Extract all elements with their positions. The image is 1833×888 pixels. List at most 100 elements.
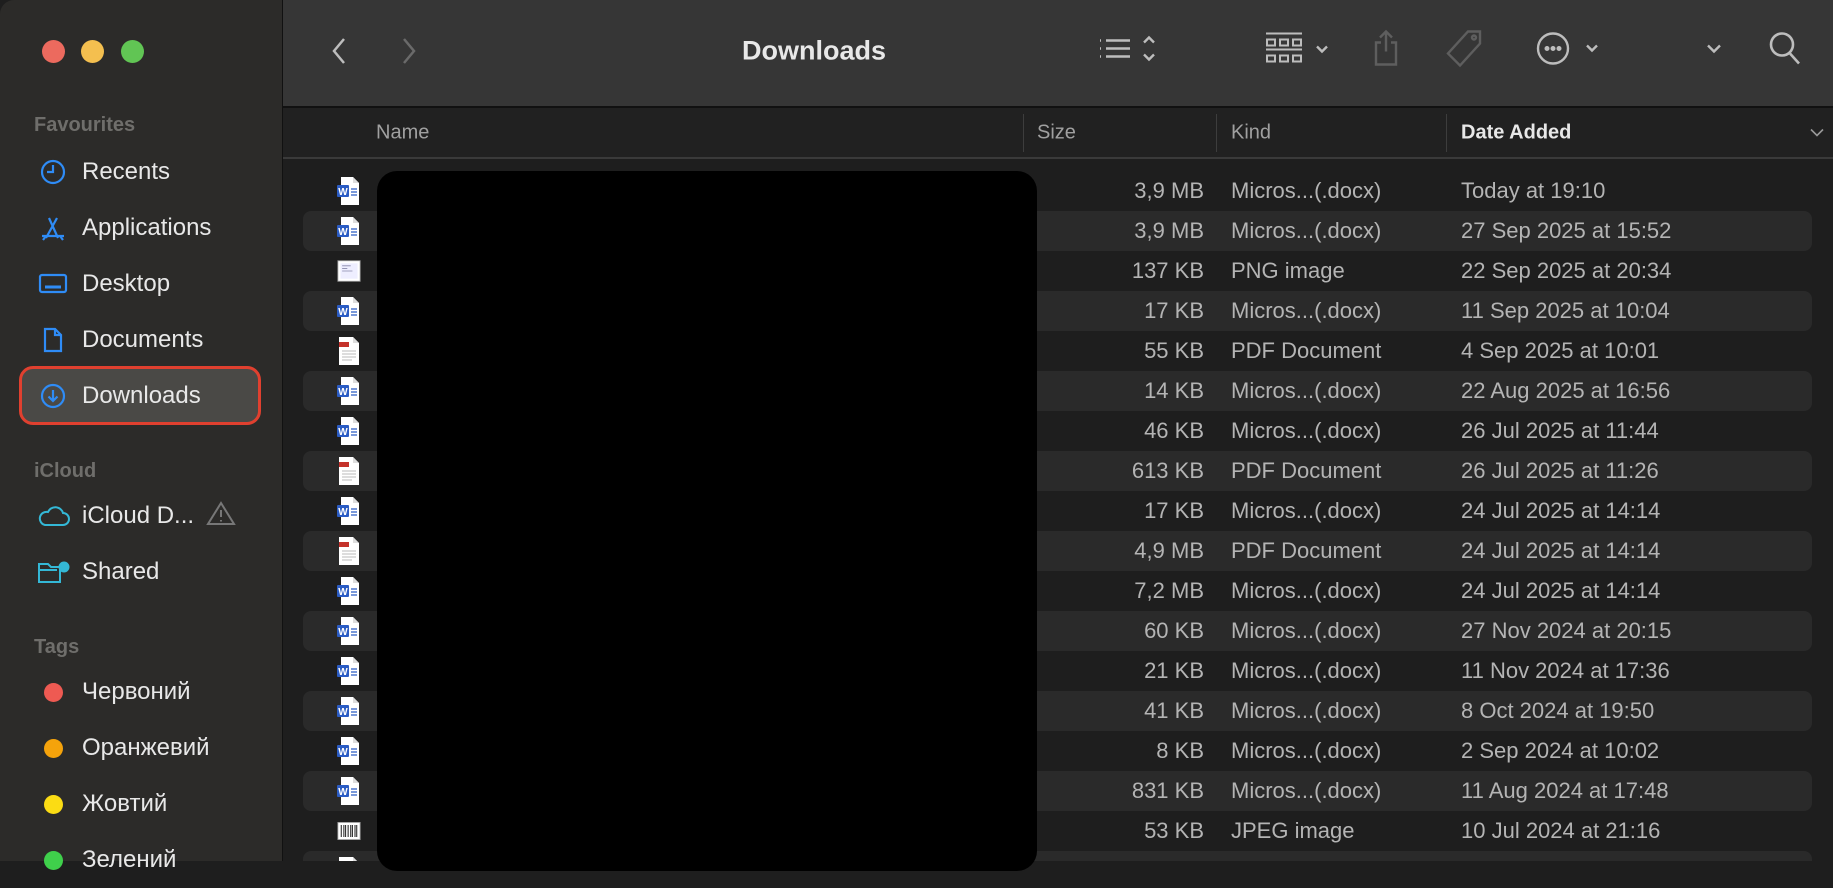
pdf-file-icon [337, 856, 361, 861]
svg-text:W: W [338, 187, 348, 198]
jpeg-file-icon [337, 816, 361, 846]
file-size: 7,2 MB [1134, 578, 1204, 603]
sidebar-tag-yellow[interactable]: Жовтий [19, 776, 261, 832]
svg-text:W: W [338, 627, 348, 638]
close-button[interactable] [42, 40, 65, 63]
file-date-added: 10 Jul 2024 at 21:16 [1461, 818, 1661, 843]
grid-group-icon [1264, 31, 1334, 72]
png-file-icon [337, 256, 361, 286]
sidebar-tag-red[interactable]: Червоний [19, 664, 261, 720]
toolbar-overflow-chevron[interactable] [1704, 42, 1724, 61]
download-icon [33, 382, 73, 410]
docx-file-icon: W [337, 776, 361, 806]
file-kind: JPEG image [1231, 818, 1355, 843]
file-date-added: 24 Jul 2025 at 14:14 [1461, 578, 1661, 603]
svg-text:W: W [338, 507, 348, 518]
tag-icon [1446, 29, 1484, 74]
window-title: Downloads [742, 35, 887, 66]
sidebar-tag-green[interactable]: Зелений [19, 832, 261, 888]
file-date-added: 4 Sep 2025 at 10:01 [1461, 338, 1660, 363]
file-size: 613 KB [1131, 458, 1204, 483]
docx-file-icon: W [337, 736, 361, 766]
column-divider[interactable] [1446, 114, 1447, 152]
pdf-file-icon [337, 536, 361, 566]
docx-file-icon: W [337, 416, 361, 446]
pdf-file-icon [337, 336, 361, 366]
file-size: 3,9 MB [1134, 178, 1204, 203]
warning-icon[interactable] [206, 500, 236, 533]
list-view-icon [1096, 34, 1158, 69]
file-size: 17 KB [1144, 298, 1204, 323]
docx-file-icon: W [337, 176, 361, 206]
share-button[interactable] [1372, 29, 1400, 74]
sidebar-tag-orange[interactable]: Оранжевий [19, 720, 261, 776]
file-size: 60 KB [1144, 618, 1204, 643]
sidebar-item-downloads[interactable]: Downloads [19, 366, 261, 425]
column-divider[interactable] [1216, 114, 1217, 152]
file-size: 137 KB [1131, 258, 1204, 283]
file-date-added: 26 Jul 2025 at 11:26 [1461, 458, 1659, 483]
svg-text:W: W [338, 667, 348, 678]
file-date-added: 27 Sep 2025 at 15:52 [1461, 218, 1672, 243]
search-button[interactable] [1768, 31, 1802, 72]
file-size: 55 KB [1144, 338, 1204, 363]
sidebar-item-desktop[interactable]: Desktop [19, 256, 261, 312]
sidebar-item-shared[interactable]: Shared [19, 544, 261, 600]
file-size: 53 KB [1144, 818, 1204, 843]
sidebar: Favourites Recents Applications Desktop … [0, 0, 283, 873]
forward-button[interactable] [400, 36, 418, 66]
svg-text:W: W [338, 747, 348, 758]
more-actions-button[interactable] [1535, 31, 1605, 72]
column-size[interactable]: Size [1037, 121, 1076, 144]
svg-text:W: W [338, 227, 348, 238]
file-kind: Micros...(.docx) [1231, 618, 1382, 643]
file-size: 14 KB [1144, 378, 1204, 403]
file-kind: Micros...(.docx) [1231, 578, 1382, 603]
file-date-added: 11 Nov 2024 at 17:36 [1461, 658, 1670, 683]
file-kind: PDF Document [1231, 458, 1382, 483]
sort-chevron-icon[interactable] [1808, 121, 1826, 144]
view-options-button[interactable] [1096, 34, 1158, 69]
tag-button[interactable] [1446, 29, 1484, 74]
group-button[interactable] [1264, 31, 1334, 72]
column-date-added[interactable]: Date Added [1461, 121, 1571, 144]
file-size: 4,9 MB [1134, 538, 1204, 563]
file-kind: Micros...(.docx) [1231, 498, 1382, 523]
file-date-added: 22 Sep 2025 at 20:34 [1461, 258, 1672, 283]
docx-file-icon: W [337, 616, 361, 646]
file-kind: Micros...(.docx) [1231, 178, 1382, 203]
cloud-icon [33, 504, 73, 528]
column-divider[interactable] [1023, 114, 1024, 152]
file-date-added: 27 Nov 2024 at 20:15 [1461, 618, 1672, 643]
shared-folder-icon [33, 559, 73, 585]
file-date-added: Today at 19:10 [1461, 178, 1606, 203]
docx-file-icon: W [337, 656, 361, 686]
clock-icon [33, 158, 73, 186]
file-kind: PDF Document [1231, 338, 1382, 363]
pdf-file-icon [337, 456, 361, 486]
column-kind[interactable]: Kind [1231, 121, 1271, 144]
file-size: 21 KB [1144, 658, 1204, 683]
share-icon [1372, 29, 1400, 74]
file-size: 8 KB [1156, 738, 1204, 763]
file-date-added: 11 Sep 2025 at 10:04 [1461, 298, 1670, 323]
file-kind: Micros...(.docx) [1231, 218, 1382, 243]
docx-file-icon: W [337, 216, 361, 246]
svg-text:W: W [338, 427, 348, 438]
file-kind: PNG image [1231, 258, 1345, 283]
svg-text:W: W [338, 787, 348, 798]
desktop-icon [33, 272, 73, 296]
file-kind: Micros...(.docx) [1231, 698, 1382, 723]
sidebar-item-applications[interactable]: Applications [19, 200, 261, 256]
sidebar-item-recents[interactable]: Recents [19, 144, 261, 200]
zoom-button[interactable] [121, 40, 144, 63]
red-tag-dot-icon [43, 682, 63, 702]
sidebar-item-documents[interactable]: Documents [19, 312, 261, 368]
back-button[interactable] [330, 36, 348, 66]
column-name[interactable]: Name [376, 121, 429, 144]
docx-file-icon: W [337, 376, 361, 406]
file-size: 17 KB [1144, 498, 1204, 523]
sidebar-item-icloud-drive[interactable]: iCloud D... [19, 488, 261, 544]
minimize-button[interactable] [81, 40, 104, 63]
file-size: 41 KB [1144, 698, 1204, 723]
